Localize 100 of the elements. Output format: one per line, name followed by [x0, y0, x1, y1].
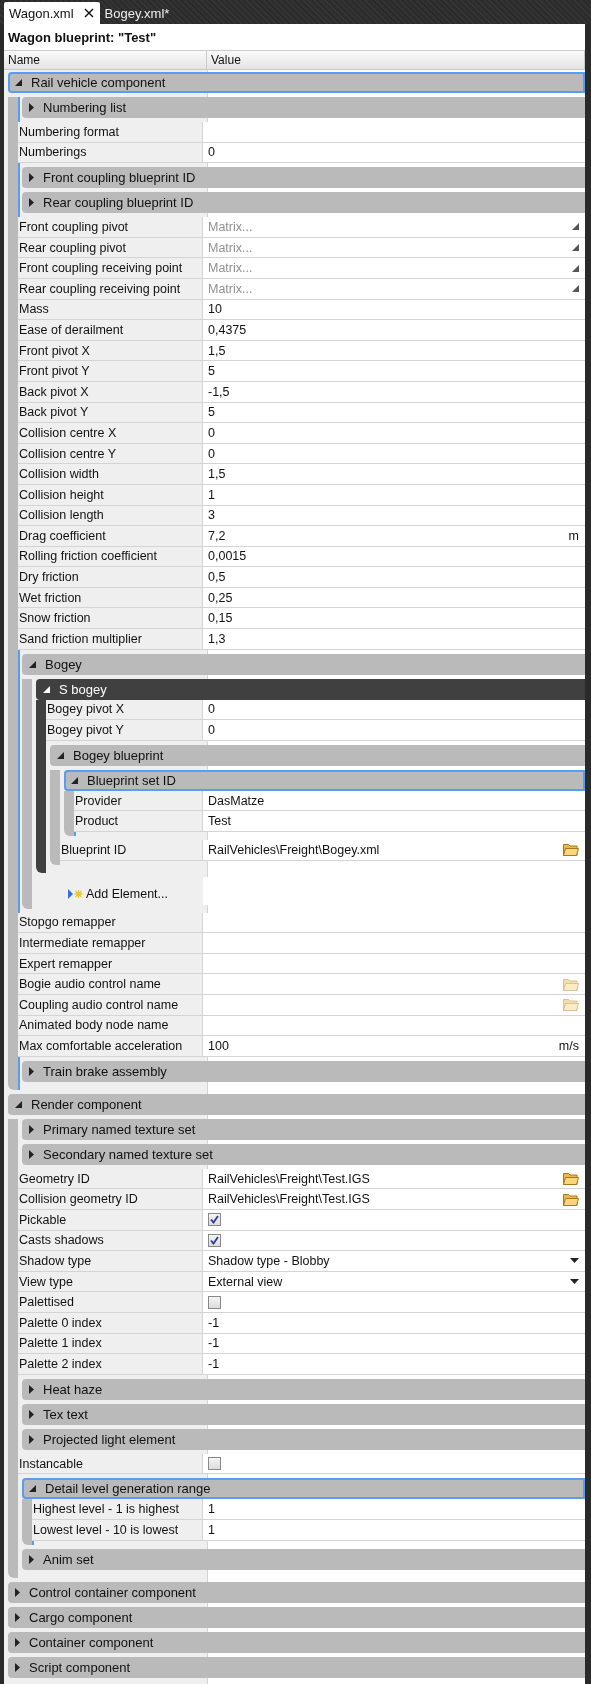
group-header[interactable]: Script component [8, 1656, 585, 1678]
property-name: Casts shadows [18, 1230, 203, 1251]
column-header[interactable]: Value [207, 51, 585, 69]
checkbox[interactable] [208, 1213, 221, 1227]
caret-right-icon[interactable] [29, 173, 34, 183]
property-name: Dry friction [18, 567, 203, 587]
group-header[interactable]: Secondary named texture set [22, 1143, 585, 1165]
group-header[interactable]: Blueprint set ID [64, 769, 585, 791]
group-header[interactable]: Rail vehicle component [8, 72, 585, 93]
property-name: Front pivot X [18, 340, 203, 361]
property-name: Collision width [18, 464, 203, 484]
checkbox[interactable] [208, 1295, 221, 1309]
caret-down-icon[interactable] [43, 685, 50, 693]
group-header[interactable]: S bogey [36, 678, 585, 700]
corner-icon[interactable] [572, 264, 579, 272]
group-header[interactable]: Cargo component [8, 1606, 585, 1628]
property-name: View type [18, 1271, 203, 1292]
group-header[interactable]: Heat haze [22, 1378, 585, 1400]
add-element-icon [68, 888, 83, 899]
property-name: Palette 0 index [18, 1312, 203, 1333]
folder-icon[interactable] [563, 1172, 579, 1186]
property-name: Mass [18, 299, 203, 320]
group-header[interactable]: Tex text [22, 1403, 585, 1425]
file-tab[interactable]: Bogey.xml* [99, 2, 176, 24]
group-header[interactable]: Container component [8, 1631, 585, 1653]
property-name: Rear coupling pivot [18, 237, 203, 258]
caret-right-icon[interactable] [15, 1637, 20, 1647]
property-name: Rolling friction coefficient [18, 546, 203, 567]
property-name: Palette 1 index [18, 1333, 203, 1354]
property-name: Wet friction [18, 587, 203, 608]
property-name: Lowest level - 10 is lowest [32, 1519, 203, 1540]
property-name: Blueprint ID [60, 840, 203, 860]
property-name: Collision length [18, 505, 203, 526]
corner-icon[interactable] [572, 223, 579, 231]
property-name: Bogey pivot X [46, 699, 203, 720]
caret-down-icon[interactable] [57, 751, 64, 759]
caret-right-icon[interactable] [15, 1587, 20, 1597]
property-name: Coupling audio control name [18, 995, 203, 1015]
caret-right-icon[interactable] [29, 103, 34, 112]
property-name: Expert remapper [18, 953, 203, 974]
group-header[interactable]: Anim set [22, 1548, 585, 1570]
caret-right-icon[interactable] [29, 1384, 34, 1394]
group-header[interactable]: Projected light element [22, 1428, 585, 1450]
group-header[interactable]: Train brake assembly [22, 1060, 585, 1082]
group-header[interactable]: Bogey blueprint [50, 744, 585, 766]
caret-down-icon[interactable] [29, 1485, 36, 1493]
property-name: Numbering format [18, 122, 203, 142]
caret-right-icon[interactable] [29, 198, 34, 208]
property-name: Ease of derailment [18, 320, 203, 340]
caret-right-icon[interactable] [15, 1612, 20, 1622]
property-name: Front pivot Y [18, 361, 203, 381]
group-header[interactable]: Rear coupling blueprint ID [22, 192, 585, 214]
property-name: Back pivot Y [18, 402, 203, 423]
add-element-button[interactable]: Add Element... [32, 876, 203, 905]
folder-icon[interactable] [563, 843, 579, 857]
file-tab[interactable]: Wagon.xml [4, 2, 100, 24]
caret-right-icon[interactable] [29, 1434, 34, 1444]
group-header[interactable]: Render component [8, 1093, 585, 1115]
property-name: Collision centre Y [18, 443, 203, 464]
group-header[interactable]: Detail level generation range [22, 1478, 585, 1500]
close-icon[interactable] [83, 8, 94, 18]
checkbox[interactable] [208, 1457, 221, 1470]
dropdown-caret-icon[interactable] [570, 1258, 579, 1264]
caret-right-icon[interactable] [29, 1124, 34, 1134]
caret-down-icon[interactable] [71, 776, 78, 784]
dropdown-caret-icon[interactable] [570, 1279, 579, 1285]
caret-down-icon[interactable] [29, 660, 36, 668]
checkbox[interactable] [208, 1233, 221, 1247]
column-header[interactable]: Name [4, 51, 207, 69]
property-name: Collision height [18, 484, 203, 505]
folder-icon[interactable] [563, 1192, 579, 1206]
property-name: Collision centre X [18, 423, 203, 443]
property-name: Highest level - 1 is highest [32, 1499, 203, 1519]
property-name: Palettised [18, 1292, 203, 1312]
property-name: Palette 2 index [18, 1354, 203, 1374]
property-name: Pickable [18, 1209, 203, 1230]
group-header[interactable]: Numbering list [22, 97, 585, 118]
property-name: Numberings [18, 142, 203, 163]
caret-right-icon[interactable] [29, 1554, 34, 1564]
group-header[interactable]: Primary named texture set [22, 1118, 585, 1140]
property-name: Collision geometry ID [18, 1189, 203, 1209]
caret-right-icon[interactable] [29, 1149, 34, 1159]
corner-icon[interactable] [572, 244, 579, 252]
group-header[interactable]: Bogey [22, 653, 585, 675]
caret-right-icon[interactable] [15, 1662, 20, 1672]
group-header[interactable]: Control container component [8, 1581, 585, 1603]
property-name: Front coupling receiving point [18, 258, 203, 278]
caret-down-icon[interactable] [15, 79, 22, 86]
group-header[interactable]: Front coupling blueprint ID [22, 167, 585, 189]
property-name: Front coupling pivot [18, 217, 203, 237]
caret-down-icon[interactable] [15, 1100, 22, 1108]
caret-right-icon[interactable] [29, 1409, 34, 1419]
property-name: Max comfortable acceleration [18, 1036, 203, 1056]
property-name: Stopgo remapper [18, 912, 203, 933]
property-name: Bogie audio control name [18, 974, 203, 994]
caret-right-icon[interactable] [29, 1066, 34, 1076]
property-name: Back pivot X [18, 381, 203, 402]
property-name: Animated body node name [18, 1015, 203, 1036]
corner-icon[interactable] [572, 285, 579, 293]
property-name: Shadow type [18, 1251, 203, 1271]
